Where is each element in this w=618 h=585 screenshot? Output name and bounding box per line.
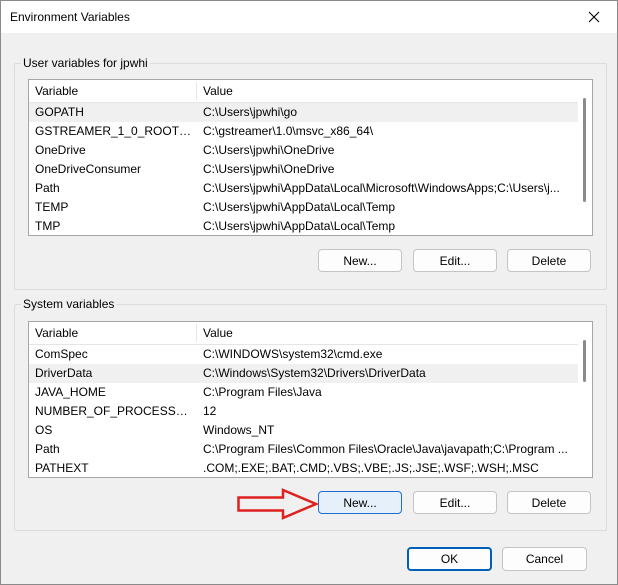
- column-divider[interactable]: [196, 82, 197, 100]
- variable-cell: TMP: [35, 219, 61, 233]
- table-row[interactable]: ComSpec C:\WINDOWS\system32\cmd.exe: [29, 345, 578, 364]
- column-header-value[interactable]: Value: [203, 80, 233, 102]
- column-header-variable[interactable]: Variable: [35, 80, 78, 102]
- table-row[interactable]: OneDrive C:\Users\jpwhi\OneDrive: [29, 141, 578, 160]
- user-variables-rows: GOPATH C:\Users\jpwhi\go GSTREAMER_1_0_RO…: [29, 103, 578, 235]
- table-row[interactable]: Path C:\Program Files\Common Files\Oracle…: [29, 440, 578, 459]
- system-variables-label: System variables: [21, 297, 117, 311]
- table-row[interactable]: Path C:\Users\jpwhi\AppData\Local\Microso…: [29, 179, 578, 198]
- table-row[interactable]: GSTREAMER_1_0_ROOT_MSV... C:\gstreamer\1.…: [29, 122, 578, 141]
- table-row[interactable]: NUMBER_OF_PROCESSORS 12: [29, 402, 578, 421]
- list-header: Variable Value: [29, 322, 578, 345]
- variable-cell: NUMBER_OF_PROCESSORS: [35, 404, 192, 418]
- variable-cell: GSTREAMER_1_0_ROOT_MSV...: [35, 124, 192, 138]
- value-cell: C:\Users\jpwhi\OneDrive: [203, 162, 335, 176]
- system-new-button[interactable]: New...: [318, 491, 402, 514]
- variable-cell: Path: [35, 442, 60, 456]
- value-cell: C:\gstreamer\1.0\msvc_x86_64\: [203, 124, 374, 138]
- value-cell: C:\Users\jpwhi\go: [203, 105, 298, 119]
- column-divider[interactable]: [196, 324, 197, 342]
- system-variables-rows: ComSpec C:\WINDOWS\system32\cmd.exe Drive…: [29, 345, 578, 477]
- column-header-variable[interactable]: Variable: [35, 322, 78, 344]
- table-row[interactable]: OneDriveConsumer C:\Users\jpwhi\OneDrive: [29, 160, 578, 179]
- title-bar[interactable]: Environment Variables: [1, 1, 617, 33]
- value-cell: C:\Program Files\Common Files\Oracle\Jav…: [203, 442, 568, 456]
- table-row[interactable]: GOPATH C:\Users\jpwhi\go: [29, 103, 578, 122]
- variable-cell: OneDriveConsumer: [35, 162, 142, 176]
- table-row[interactable]: JAVA_HOME C:\Program Files\Java: [29, 383, 578, 402]
- table-row[interactable]: TMP C:\Users\jpwhi\AppData\Local\Temp: [29, 217, 578, 235]
- cancel-button[interactable]: Cancel: [502, 547, 587, 571]
- value-cell: C:\Program Files\Java: [203, 385, 322, 399]
- variable-cell: PATHEXT: [35, 461, 89, 475]
- vertical-scrollbar[interactable]: [578, 322, 592, 477]
- variable-cell: OneDrive: [35, 143, 86, 157]
- column-header-value[interactable]: Value: [203, 322, 233, 344]
- value-cell: .COM;.EXE;.BAT;.CMD;.VBS;.VBE;.JS;.JSE;.…: [203, 461, 539, 475]
- variable-cell: OS: [35, 423, 53, 437]
- close-button[interactable]: [571, 1, 617, 33]
- value-cell: C:\Users\jpwhi\AppData\Local\Microsoft\W…: [203, 181, 560, 195]
- value-cell: C:\Users\jpwhi\AppData\Local\Temp: [203, 219, 396, 233]
- scrollbar-thumb[interactable]: [583, 98, 586, 202]
- value-cell: 12: [203, 404, 217, 418]
- table-row[interactable]: TEMP C:\Users\jpwhi\AppData\Local\Temp: [29, 198, 578, 217]
- value-cell: C:\Windows\System32\Drivers\DriverData: [203, 366, 426, 380]
- ok-button[interactable]: OK: [407, 547, 492, 571]
- user-variables-label: User variables for jpwhi: [21, 56, 150, 70]
- table-row[interactable]: OS Windows_NT: [29, 421, 578, 440]
- value-cell: Windows_NT: [203, 423, 275, 437]
- user-delete-button[interactable]: Delete: [507, 249, 591, 272]
- variable-cell: TEMP: [35, 200, 69, 214]
- user-variables-list[interactable]: Variable Value GOPATH C:\Users\jpwhi\go G…: [28, 79, 593, 236]
- environment-variables-dialog: Environment Variables User variables for…: [0, 0, 618, 585]
- window-title: Environment Variables: [10, 10, 130, 24]
- system-variables-list[interactable]: Variable Value ComSpec C:\WINDOWS\system3…: [28, 321, 593, 478]
- variable-cell: JAVA_HOME: [35, 385, 106, 399]
- annotation-arrow-icon: [237, 488, 319, 520]
- value-cell: C:\Users\jpwhi\OneDrive: [203, 143, 335, 157]
- table-row[interactable]: PATHEXT .COM;.EXE;.BAT;.CMD;.VBS;.VBE;.JS…: [29, 459, 578, 477]
- variable-cell: GOPATH: [35, 105, 84, 119]
- variable-cell: Path: [35, 181, 60, 195]
- scrollbar-thumb[interactable]: [583, 340, 586, 382]
- system-edit-button[interactable]: Edit...: [413, 491, 497, 514]
- variable-cell: DriverData: [35, 366, 93, 380]
- table-row[interactable]: DriverData C:\Windows\System32\Drivers\Dr…: [29, 364, 578, 383]
- value-cell: C:\Users\jpwhi\AppData\Local\Temp: [203, 200, 396, 214]
- user-new-button[interactable]: New...: [318, 249, 402, 272]
- close-icon: [588, 11, 600, 23]
- list-header: Variable Value: [29, 80, 578, 103]
- variable-cell: ComSpec: [35, 347, 88, 361]
- value-cell: C:\WINDOWS\system32\cmd.exe: [203, 347, 383, 361]
- system-delete-button[interactable]: Delete: [507, 491, 591, 514]
- user-edit-button[interactable]: Edit...: [413, 249, 497, 272]
- user-variables-group: User variables for jpwhi Variable Value …: [14, 56, 607, 290]
- vertical-scrollbar[interactable]: [578, 80, 592, 235]
